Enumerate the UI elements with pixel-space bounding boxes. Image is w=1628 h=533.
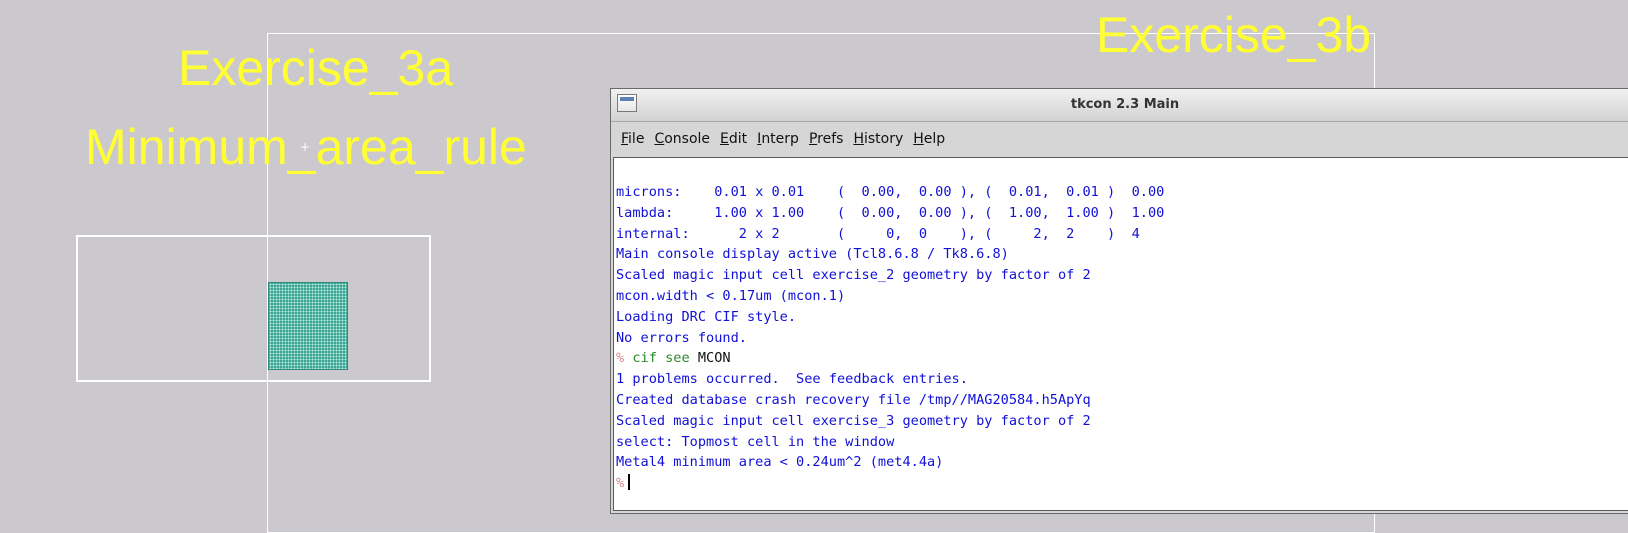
mcon-layer-block[interactable] xyxy=(268,282,348,370)
console-output-line: Scaled magic input cell exercise_3 geome… xyxy=(616,412,1091,429)
menu-console[interactable]: Console xyxy=(654,131,710,147)
cell-outline-exercise-3a xyxy=(76,235,431,382)
menu-edit[interactable]: Edit xyxy=(720,131,747,147)
tkcon-console-text[interactable]: microns: 0.01 x 0.01 ( 0.00, 0.00 ), ( 0… xyxy=(613,157,1628,511)
menu-help[interactable]: Help xyxy=(913,131,945,147)
console-output-line: Scaled magic input cell exercise_2 geome… xyxy=(616,267,1091,284)
crosshair-icon: + xyxy=(300,140,311,154)
window-title: tkcon 2.3 Main xyxy=(1070,97,1180,112)
menu-file[interactable]: File xyxy=(621,131,644,147)
console-output-line: Main console display active (Tcl8.6.8 / … xyxy=(616,246,1009,263)
console-output-line: internal: 2 x 2 ( 0, 0 ), ( 2, 2 ) 4 xyxy=(616,225,1140,242)
console-output-line: Created database crash recovery file /tm… xyxy=(616,391,1091,408)
console-command-line: % cif see MCON xyxy=(616,348,1628,369)
console-output-line: lambda: 1.00 x 1.00 ( 0.00, 0.00 ), ( 1.… xyxy=(616,204,1165,221)
menu-prefs[interactable]: Prefs xyxy=(809,131,844,147)
console-output-line: microns: 0.01 x 0.01 ( 0.00, 0.00 ), ( 0… xyxy=(616,184,1165,200)
console-prompt: % xyxy=(616,350,625,367)
console-command-arg: MCON xyxy=(697,350,731,367)
tkcon-menubar: File Console Edit Interp Prefs History Help xyxy=(611,122,1628,156)
tkcon-window[interactable]: tkcon 2.3 Main File Console Edit Interp Pref… xyxy=(610,88,1628,514)
console-prompt: % xyxy=(616,475,625,492)
label-exercise-3b: Exercise_3b xyxy=(1096,7,1372,63)
text-cursor xyxy=(628,474,631,491)
label-exercise-3a: Exercise_3a xyxy=(178,40,454,96)
console-output-line: mcon.width < 0.17um (mcon.1) xyxy=(616,287,846,304)
console-output-line: Metal4 minimum area < 0.24um^2 (met4.4a) xyxy=(616,454,944,471)
console-input-line[interactable]: % xyxy=(616,473,1628,494)
console-output-line: Loading DRC CIF style. xyxy=(616,308,797,325)
menu-history[interactable]: History xyxy=(853,131,903,147)
tkcon-titlebar[interactable]: tkcon 2.3 Main xyxy=(611,89,1628,122)
console-output-line: No errors found. xyxy=(616,329,747,346)
console-output-line: select: Topmost cell in the window xyxy=(616,433,895,450)
menu-interp[interactable]: Interp xyxy=(757,131,799,147)
console-output-line: 1 problems occurred. See feedback entrie… xyxy=(616,371,968,388)
console-command: cif see xyxy=(632,350,690,367)
